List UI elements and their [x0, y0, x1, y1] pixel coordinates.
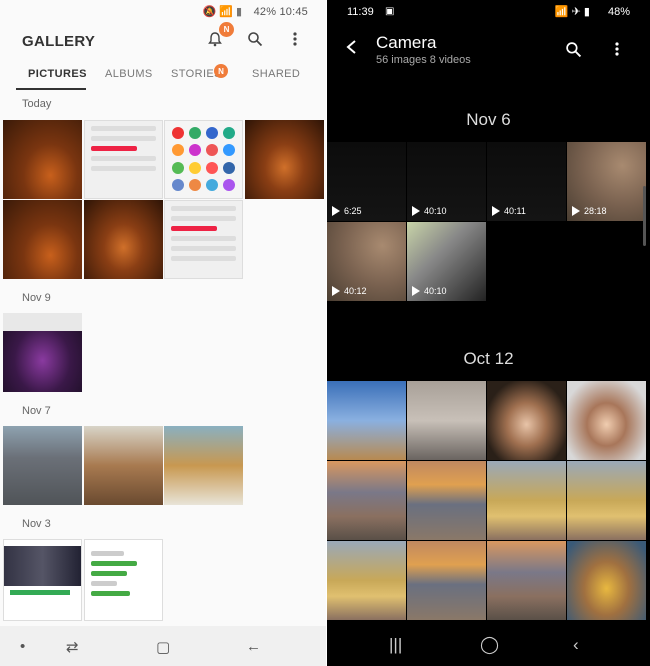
status-icons: 🔕 📶 ▮	[202, 6, 242, 18]
photo-thumbnail[interactable]	[84, 200, 163, 279]
tab-albums[interactable]: ALBUMS	[105, 68, 153, 80]
search-icon	[565, 41, 581, 57]
notification-bell-button[interactable]: N	[204, 22, 234, 50]
nav-dot[interactable]: •	[20, 638, 25, 655]
album-title: Camera	[376, 33, 437, 52]
video-duration: 40:12	[332, 286, 367, 296]
video-duration: 40:11	[492, 206, 526, 216]
search-button[interactable]	[244, 28, 266, 50]
album-subtitle: 56 images 8 videos	[376, 54, 471, 66]
video-duration: 6:25	[332, 206, 362, 216]
play-icon	[572, 206, 580, 216]
gallery-app-left: 🔕 📶 ▮ 42% 10:45 GALLERY N PICTURES ALBUM…	[0, 0, 326, 666]
video-thumbnail[interactable]: 40:10	[407, 222, 486, 301]
album-actions	[562, 38, 628, 60]
notification-badge: N	[219, 22, 234, 37]
recents-button[interactable]: |||	[389, 635, 402, 655]
photo-thumbnail[interactable]	[487, 541, 566, 620]
more-options-button[interactable]	[606, 38, 628, 60]
play-icon	[412, 286, 420, 296]
photo-thumbnail[interactable]	[84, 120, 163, 199]
photo-thumbnail[interactable]	[3, 313, 82, 392]
photo-thumbnail[interactable]	[3, 200, 82, 279]
more-vert-icon	[293, 32, 297, 46]
tab-pictures[interactable]: PICTURES	[28, 68, 87, 80]
image-notification-icon: ▣	[385, 6, 395, 17]
status-icons: 📶 ✈ ▮	[554, 6, 590, 18]
video-thumbnail[interactable]: 40:11	[487, 142, 566, 221]
status-time: 11:39	[347, 6, 374, 18]
photo-thumbnail[interactable]	[3, 426, 82, 505]
stories-badge: N	[214, 64, 228, 78]
photo-thumbnail[interactable]	[407, 381, 486, 460]
photo-thumbnail[interactable]	[327, 541, 406, 620]
date-header-oct12: Oct 12	[463, 349, 514, 368]
status-text: 42% 10:45	[253, 6, 308, 18]
play-icon	[332, 286, 340, 296]
home-button[interactable]: ◯	[480, 635, 499, 655]
more-options-button[interactable]	[284, 28, 306, 50]
tab-shared[interactable]: SHARED	[252, 68, 300, 80]
date-header-nov6: Nov 6	[466, 110, 511, 129]
scrollbar[interactable]	[643, 186, 646, 246]
photo-thumbnail[interactable]	[245, 120, 324, 199]
photo-thumbnail[interactable]	[567, 461, 646, 540]
photo-thumbnail[interactable]	[327, 461, 406, 540]
status-bar-right: 11:39 ▣ 📶 ✈ ▮ 48%	[327, 0, 650, 24]
video-thumbnail[interactable]: 28:18	[567, 142, 646, 221]
photo-thumbnail[interactable]	[84, 426, 163, 505]
video-thumbnail[interactable]: 6:25	[327, 142, 406, 221]
video-duration: 40:10	[412, 206, 447, 216]
back-button[interactable]: ‹	[573, 635, 579, 655]
video-thumbnail[interactable]: 40:12	[327, 222, 406, 301]
more-vert-icon	[615, 42, 619, 56]
tab-bar: PICTURES ALBUMS STORIES SHARED	[0, 62, 326, 90]
section-label-today: Today	[22, 98, 52, 110]
search-button[interactable]	[562, 38, 584, 60]
photo-thumbnail[interactable]	[164, 426, 243, 505]
section-label-nov9: Nov 9	[22, 292, 51, 304]
back-arrow-icon[interactable]	[345, 38, 359, 61]
active-tab-indicator	[16, 88, 86, 90]
photo-thumbnail[interactable]	[567, 381, 646, 460]
photo-thumbnail[interactable]	[487, 461, 566, 540]
photo-thumbnail[interactable]	[487, 381, 566, 460]
section-label-nov7: Nov 7	[22, 405, 51, 417]
video-duration: 28:18	[572, 206, 607, 216]
status-bar-left: 🔕 📶 ▮ 42% 10:45	[0, 0, 326, 24]
page-title: GALLERY	[22, 33, 96, 50]
photo-thumbnail[interactable]	[164, 200, 243, 279]
section-label-nov3: Nov 3	[22, 518, 51, 530]
play-icon	[492, 206, 500, 216]
play-icon	[412, 206, 420, 216]
photo-thumbnail[interactable]	[3, 120, 82, 199]
video-duration: 40:10	[412, 286, 447, 296]
photo-thumbnail[interactable]	[327, 381, 406, 460]
status-battery: 48%	[607, 6, 630, 18]
back-button[interactable]: ←	[246, 638, 261, 655]
video-thumbnail[interactable]: 40:10	[407, 142, 486, 221]
photo-thumbnail[interactable]	[407, 541, 486, 620]
photo-thumbnail[interactable]	[3, 539, 82, 621]
system-nav-bar-left: • ⇄ ▢ ←	[0, 626, 326, 666]
photo-thumbnail[interactable]	[407, 461, 486, 540]
system-nav-bar-right: ||| ◯ ‹	[327, 626, 650, 666]
photo-thumbnail[interactable]	[84, 539, 163, 621]
recents-button[interactable]: ⇄	[66, 638, 79, 656]
photo-thumbnail[interactable]	[567, 541, 646, 620]
home-button[interactable]: ▢	[156, 638, 170, 656]
play-icon	[332, 206, 340, 216]
search-icon	[248, 32, 263, 47]
photo-thumbnail[interactable]	[164, 120, 243, 199]
camera-album-right: 11:39 ▣ 📶 ✈ ▮ 48% Camera 56 images 8 vid…	[327, 0, 650, 666]
header-actions: N	[204, 22, 306, 50]
